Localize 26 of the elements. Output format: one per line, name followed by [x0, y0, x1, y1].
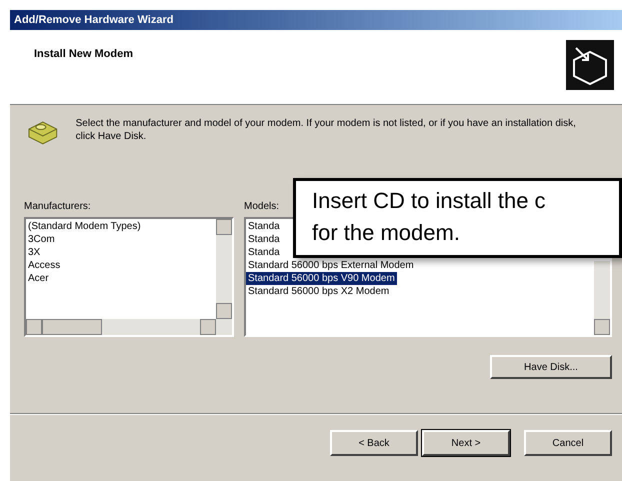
list-item[interactable]: Standa: [246, 233, 282, 246]
list-item[interactable]: (Standard Modem Types): [26, 220, 143, 233]
manufacturers-label: Manufacturers:: [24, 200, 91, 214]
list-item[interactable]: Access: [26, 259, 62, 272]
wizard-button[interactable]: Cancel: [524, 430, 612, 456]
horizontal-scrollbar[interactable]: [26, 319, 216, 335]
list-item[interactable]: Standard 56000 bps X2 Modem: [246, 285, 392, 298]
models-label: Models:: [244, 200, 280, 214]
list-item[interactable]: Standa: [246, 246, 282, 259]
instruction-text: Select the manufacturer and model of your modem. If your modem is not listed, or if you have an installation disk, click Have Disk.: [76, 117, 577, 143]
vertical-scrollbar[interactable]: [594, 261, 610, 335]
hardware-icon: [566, 40, 614, 90]
vertical-scrollbar[interactable]: [216, 219, 232, 335]
list-item[interactable]: Standard 56000 bps V90 Modem: [246, 272, 397, 285]
page-title: Install New Modem: [34, 47, 134, 62]
list-item[interactable]: Standa: [246, 220, 282, 233]
callout-text: for the modem.: [312, 219, 460, 247]
have-disk-button[interactable]: Have Disk...: [490, 355, 612, 379]
wizard-button[interactable]: Next >: [422, 430, 510, 456]
list-item[interactable]: Acer: [26, 272, 51, 285]
window-title: Add/Remove Hardware Wizard: [14, 12, 174, 28]
wizard-button[interactable]: < Back: [330, 430, 418, 456]
list-item[interactable]: 3X: [26, 246, 42, 259]
list-item[interactable]: 3Com: [26, 233, 57, 246]
list-item[interactable]: Standard 56000 bps External Modem: [246, 259, 416, 272]
callout-text: Insert CD to install the c: [312, 187, 546, 215]
